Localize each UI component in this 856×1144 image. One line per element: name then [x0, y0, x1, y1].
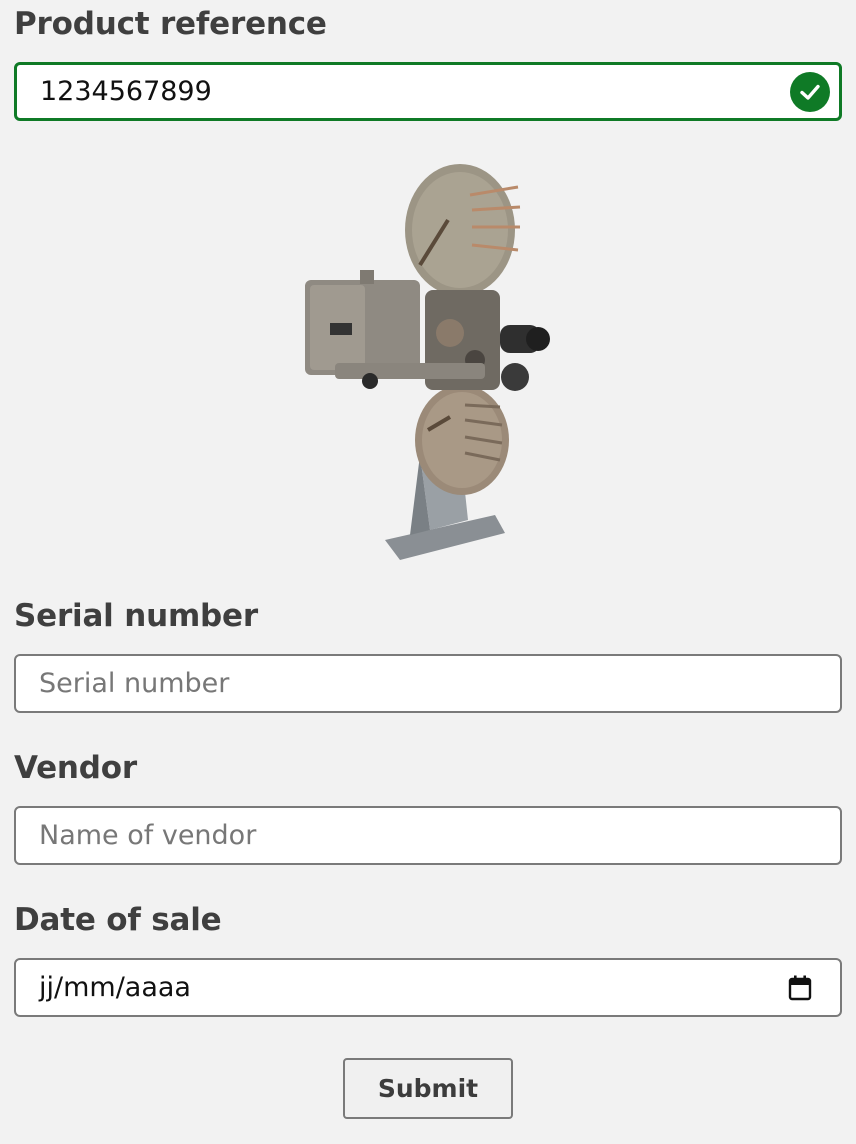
- product-reference-input[interactable]: 1234567899: [14, 62, 842, 121]
- serial-number-placeholder: Serial number: [39, 668, 230, 699]
- film-projector-image: [305, 164, 550, 560]
- calendar-icon[interactable]: [788, 975, 812, 1001]
- product-reference-value: 1234567899: [40, 76, 212, 107]
- vendor-label: Vendor: [14, 750, 137, 786]
- product-form: Product reference 1234567899 Serial numb…: [0, 0, 856, 1144]
- serial-number-input[interactable]: Serial number: [14, 654, 842, 713]
- date-of-sale-input[interactable]: jj/mm/aaaa: [14, 958, 842, 1017]
- vendor-placeholder: Name of vendor: [39, 820, 257, 851]
- check-circle-icon: [790, 71, 830, 112]
- serial-number-label: Serial number: [14, 598, 258, 634]
- submit-button[interactable]: Submit: [343, 1058, 513, 1119]
- vendor-input[interactable]: Name of vendor: [14, 806, 842, 865]
- product-reference-label: Product reference: [14, 6, 327, 42]
- date-of-sale-label: Date of sale: [14, 902, 222, 938]
- date-of-sale-placeholder: jj/mm/aaaa: [39, 972, 191, 1003]
